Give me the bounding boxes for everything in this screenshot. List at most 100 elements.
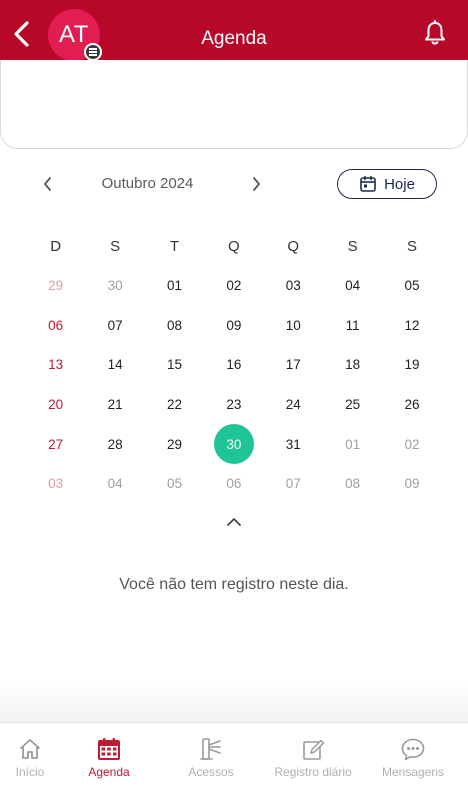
day-number: 07 [285, 476, 301, 492]
day-number: 13 [48, 357, 64, 373]
calendar-day[interactable]: 30 [85, 266, 144, 306]
calendar-day[interactable]: 03 [26, 464, 85, 504]
calendar-day[interactable]: 05 [382, 266, 441, 306]
calendar-day[interactable]: 31 [264, 424, 323, 464]
records-summary-card [0, 60, 468, 149]
previous-month-icon[interactable] [38, 172, 58, 196]
calendar-day[interactable]: 02 [382, 424, 441, 464]
day-number: 19 [404, 357, 420, 373]
bottom-navigation: Início Agenda Acessos Registro diário Me… [0, 722, 468, 800]
day-number: 05 [166, 476, 182, 492]
day-number: 06 [48, 317, 64, 333]
home-icon [20, 739, 40, 759]
calendar-day[interactable]: 07 [264, 464, 323, 504]
day-number: 11 [345, 317, 360, 333]
day-number: 06 [226, 476, 242, 492]
nav-item-inicio[interactable]: Início [12, 737, 48, 779]
calendar-day[interactable]: 02 [204, 266, 263, 306]
weekday-label: Q [228, 238, 240, 255]
calendar-day[interactable]: 27 [26, 424, 85, 464]
day-number: 08 [345, 476, 361, 492]
calendar-day[interactable]: 28 [85, 424, 144, 464]
weekday-label: T [169, 238, 180, 255]
weekday-label: D [50, 238, 62, 255]
day-number: 20 [48, 397, 64, 413]
day-number: 27 [48, 436, 64, 452]
next-month-icon[interactable] [246, 172, 266, 196]
day-number: 01 [166, 278, 182, 294]
nav-item-acessos[interactable]: Acessos [185, 737, 237, 779]
calendar-day[interactable]: 19 [382, 345, 441, 385]
day-number: 01 [345, 436, 361, 452]
day-number: 08 [166, 317, 182, 333]
calendar-today-icon [360, 175, 376, 192]
day-number: 17 [285, 357, 301, 373]
day-number: 07 [107, 317, 123, 333]
calendar-day[interactable]: 01 [323, 424, 382, 464]
calendar-day[interactable]: 09 [382, 464, 441, 504]
calendar-day[interactable]: 15 [145, 345, 204, 385]
calendar-day[interactable]: 08 [145, 306, 204, 346]
nav-label: Início [15, 765, 45, 779]
day-number: 05 [404, 278, 420, 294]
day-number: 12 [404, 317, 420, 333]
chat-icon [401, 738, 425, 761]
calendar-day[interactable]: 03 [264, 266, 323, 306]
day-number: 03 [48, 476, 64, 492]
calendar-day[interactable]: 16 [204, 345, 263, 385]
calendar-day[interactable]: 09 [204, 306, 263, 346]
calendar-day[interactable]: 13 [26, 345, 85, 385]
day-number: 10 [285, 317, 301, 333]
today-button[interactable]: Hoje [337, 169, 437, 199]
day-number: 22 [166, 397, 182, 413]
calendar-grid: 29 30 01 02 03 04 05 06 07 08 09 10 11 12 13 14 15 16 17 18… [26, 266, 442, 504]
day-number: 29 [48, 278, 64, 294]
nav-item-agenda[interactable]: Agenda [86, 737, 132, 779]
collapse-calendar-icon[interactable] [224, 514, 244, 530]
content-fade [0, 680, 468, 722]
calendar-day[interactable]: 10 [264, 306, 323, 346]
calendar-day[interactable]: 22 [145, 385, 204, 425]
calendar-day[interactable]: 06 [26, 306, 85, 346]
day-number: 15 [166, 357, 182, 373]
day-number: 02 [226, 278, 242, 294]
day-number: 31 [285, 436, 301, 452]
nav-item-registro-diario[interactable]: Registro diário [272, 737, 354, 779]
nav-label: Agenda [88, 765, 130, 779]
day-number: 21 [107, 397, 123, 413]
notification-bell-icon[interactable] [424, 20, 446, 46]
calendar-day[interactable]: 12 [382, 306, 441, 346]
day-number: 29 [166, 436, 182, 452]
weekday-label: S [347, 238, 358, 255]
calendar-day[interactable]: 25 [323, 385, 382, 425]
calendar-day[interactable]: 26 [382, 385, 441, 425]
day-number: 09 [226, 317, 242, 333]
calendar-day[interactable]: 17 [264, 345, 323, 385]
calendar-day[interactable]: 08 [323, 464, 382, 504]
calendar-day[interactable]: 14 [85, 345, 144, 385]
calendar-day[interactable]: 21 [85, 385, 144, 425]
calendar-day-selected[interactable]: 30 [204, 424, 263, 465]
weekday-label: S [407, 238, 418, 255]
calendar-icon [98, 738, 120, 760]
calendar-day[interactable]: 29 [26, 266, 85, 306]
calendar-day[interactable]: 04 [85, 464, 144, 504]
calendar-day[interactable]: 05 [145, 464, 204, 504]
calendar-day[interactable]: 01 [145, 266, 204, 306]
calendar-day[interactable]: 23 [204, 385, 263, 425]
calendar-day[interactable]: 07 [85, 306, 144, 346]
day-number: 24 [285, 397, 301, 413]
calendar-day[interactable]: 11 [323, 306, 382, 346]
calendar-day[interactable]: 06 [204, 464, 263, 504]
weekday-label: Q [287, 238, 300, 255]
calendar-day[interactable]: 24 [264, 385, 323, 425]
nav-item-mensagens[interactable]: Mensagens [381, 737, 445, 779]
calendar-day[interactable]: 18 [323, 345, 382, 385]
calendar-day[interactable]: 20 [26, 385, 85, 425]
day-number: 18 [345, 357, 361, 373]
calendar-day[interactable]: 29 [145, 424, 204, 464]
page-title: Agenda [201, 28, 267, 49]
day-number: 25 [345, 397, 361, 413]
nav-label: Registro diário [274, 765, 352, 779]
calendar-day[interactable]: 04 [323, 266, 382, 306]
